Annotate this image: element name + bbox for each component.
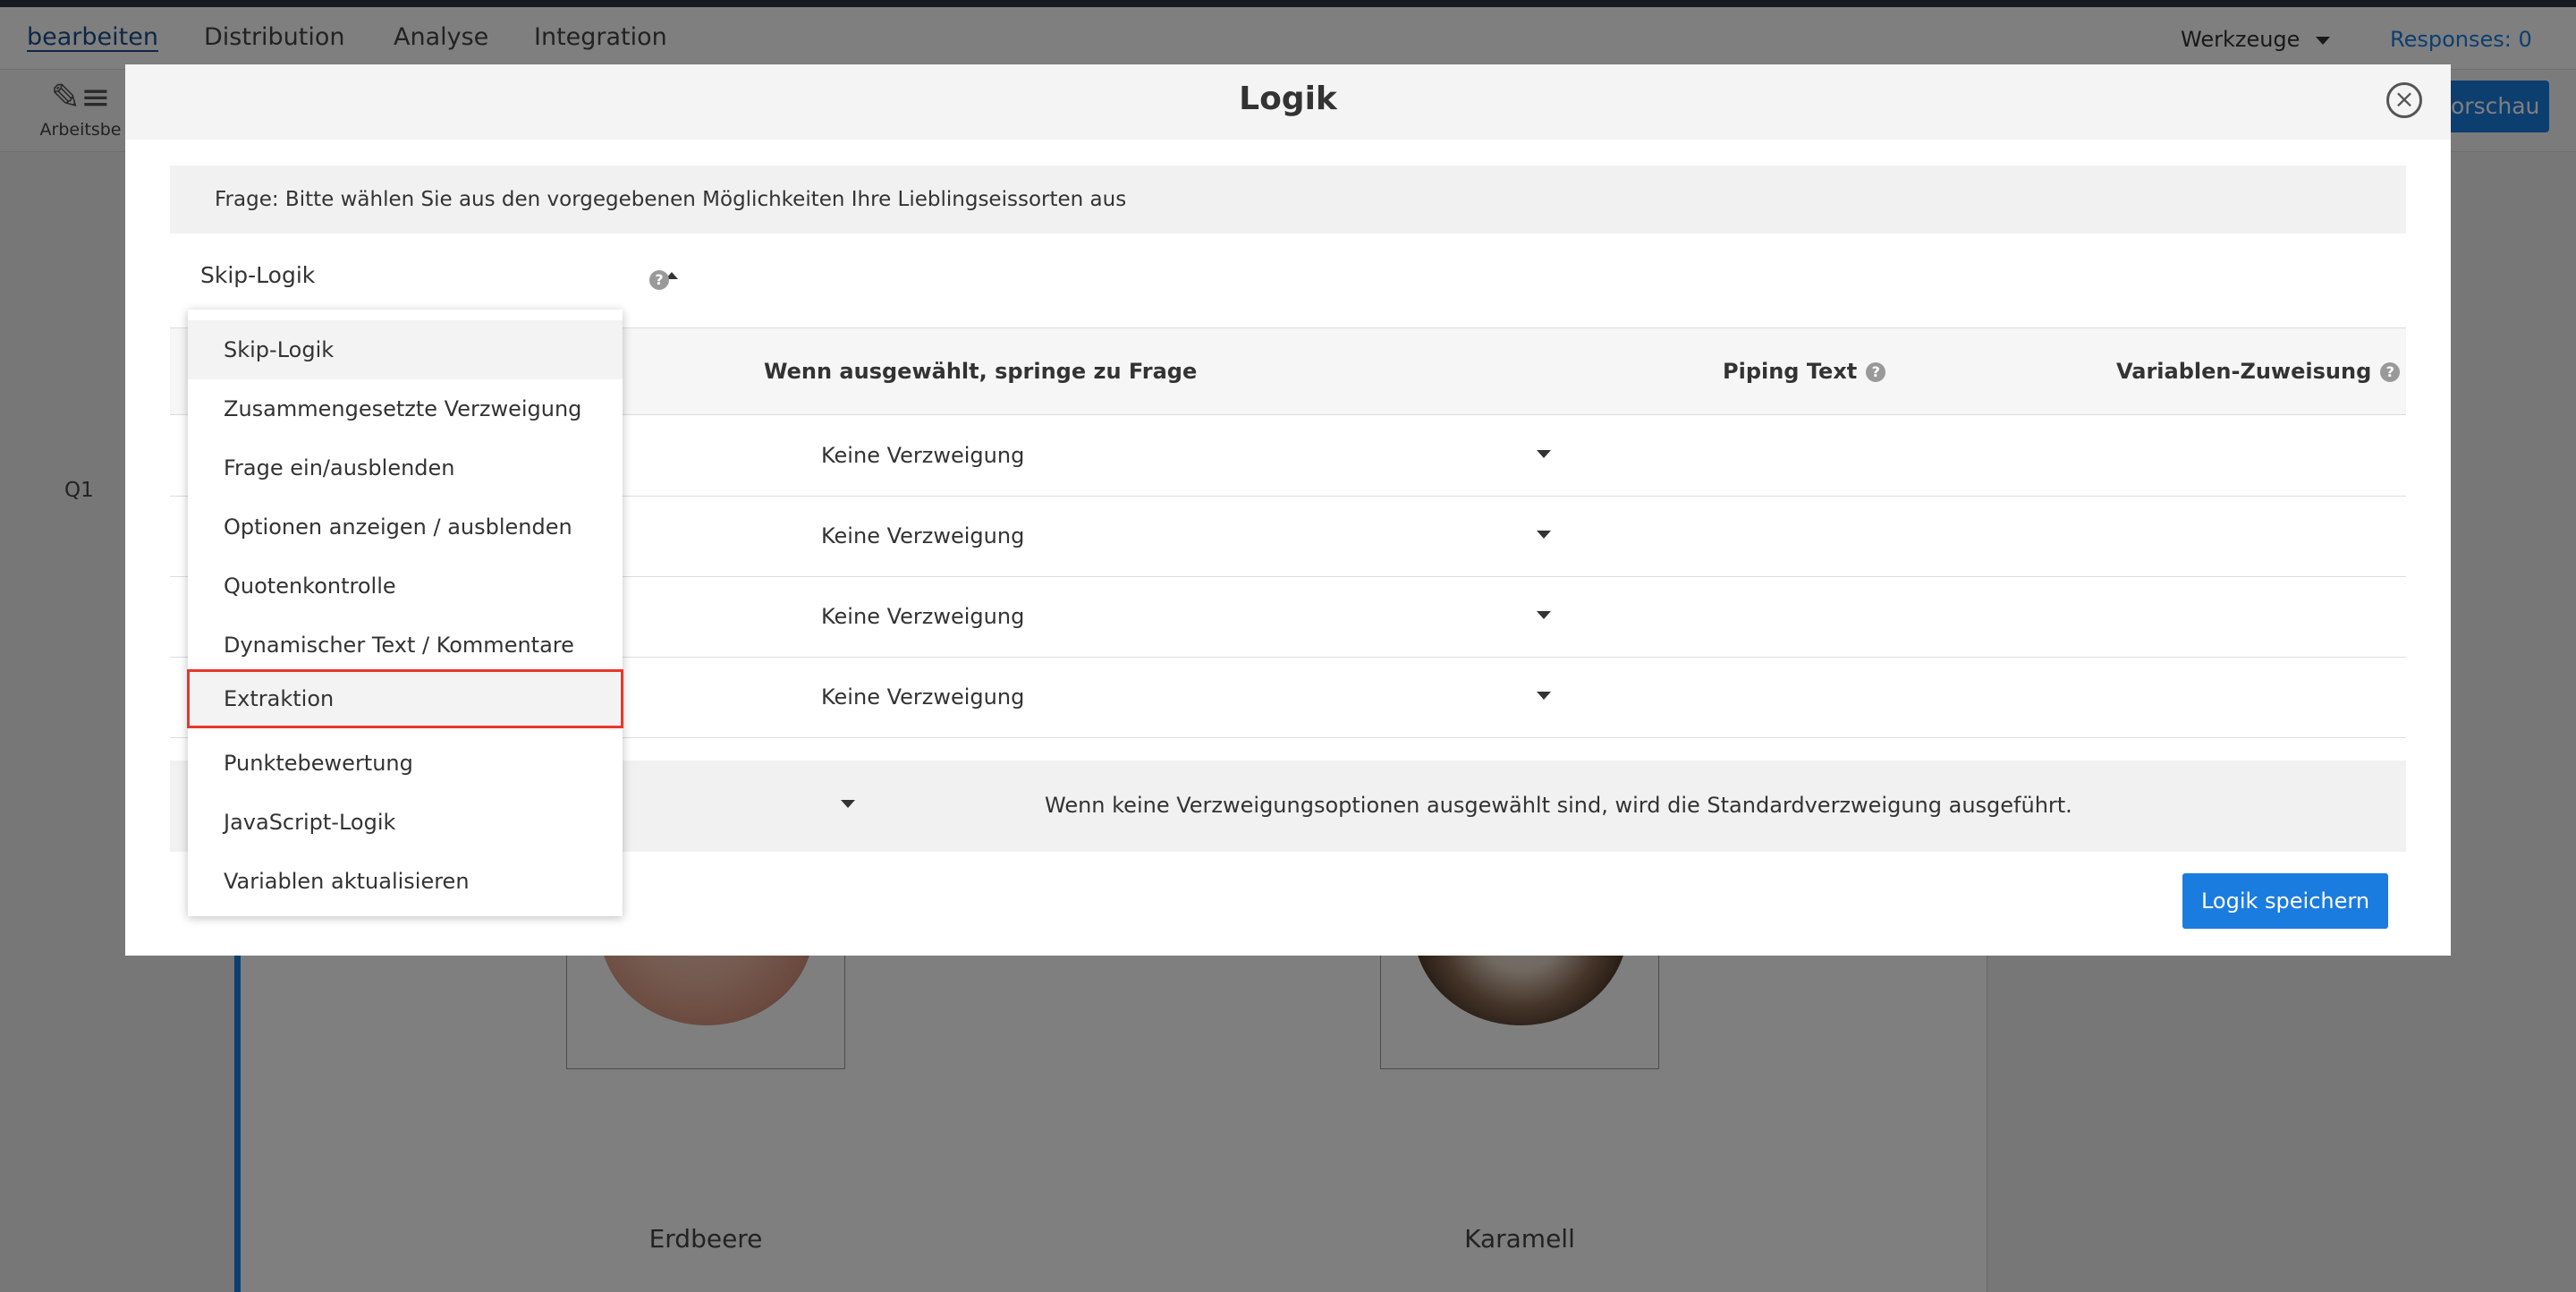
- branch-select[interactable]: Keine Verzweigung: [821, 604, 1590, 629]
- column-header-variables: Variablen-Zuweisung?: [2116, 359, 2401, 384]
- logic-type-select[interactable]: Skip-Logik: [200, 251, 678, 301]
- question-info-bar: Frage: Bitte wählen Sie aus den vorgegeb…: [170, 166, 2406, 234]
- column-header-jump: Wenn ausgewählt, springe zu Frage: [764, 359, 1198, 384]
- branch-select[interactable]: Keine Verzweigung: [821, 523, 1590, 548]
- logic-type-dropdown: Skip-Logik Zusammengesetzte Verzweigung …: [187, 310, 623, 916]
- help-icon[interactable]: ?: [2380, 362, 2401, 382]
- default-branch-hint: Wenn keine Verzweigungsoptionen ausgewäh…: [1045, 793, 2072, 818]
- help-icon[interactable]: ?: [1866, 362, 1886, 382]
- branch-select-value: Keine Verzweigung: [821, 684, 1025, 710]
- chevron-down-icon: [1537, 531, 1551, 539]
- column-header-piping-label: Piping Text: [1723, 359, 1858, 384]
- dropdown-item-scoring[interactable]: Punktebewertung: [188, 734, 623, 793]
- dropdown-item-extraction[interactable]: Extraktion: [187, 669, 623, 728]
- close-icon[interactable]: ×: [2386, 82, 2422, 118]
- dropdown-item-show-hide-options[interactable]: Optionen anzeigen / ausblenden: [188, 497, 623, 557]
- modal-title: Logik: [1239, 81, 1337, 117]
- chevron-down-icon: [1537, 611, 1551, 619]
- logic-type-selected-value: Skip-Logik: [200, 262, 316, 288]
- modal-header: Logik ×: [125, 64, 2451, 140]
- question-prefix: Frage:: [215, 188, 279, 211]
- branch-select-value: Keine Verzweigung: [821, 443, 1025, 468]
- dropdown-item-show-hide-question[interactable]: Frage ein/ausblenden: [188, 438, 623, 497]
- branch-select-value: Keine Verzweigung: [821, 604, 1025, 629]
- save-logic-button[interactable]: Logik speichern: [2182, 873, 2388, 929]
- help-icon[interactable]: ?: [649, 270, 669, 290]
- dropdown-item-quota-control[interactable]: Quotenkontrolle: [188, 557, 623, 616]
- branch-select-value: Keine Verzweigung: [821, 523, 1025, 548]
- chevron-down-icon: [841, 800, 855, 808]
- dropdown-item-skip-logic[interactable]: Skip-Logik: [188, 320, 623, 379]
- chevron-down-icon: [1537, 450, 1551, 458]
- question-text: Bitte wählen Sie aus den vorgegebenen Mö…: [284, 188, 1127, 211]
- branch-select[interactable]: Keine Verzweigung: [821, 443, 1590, 468]
- dropdown-item-dynamic-text[interactable]: Dynamischer Text / Kommentare: [188, 616, 623, 675]
- dropdown-item-javascript-logic[interactable]: JavaScript-Logik: [188, 793, 623, 852]
- column-header-piping: Piping Text?: [1723, 359, 1886, 384]
- dropdown-item-update-variables[interactable]: Variablen aktualisieren: [188, 852, 623, 911]
- chevron-down-icon: [1537, 692, 1551, 700]
- branch-select[interactable]: Keine Verzweigung: [821, 684, 1590, 710]
- column-header-variables-label: Variablen-Zuweisung: [2116, 359, 2372, 384]
- dropdown-item-compound-branching[interactable]: Zusammengesetzte Verzweigung: [188, 379, 623, 438]
